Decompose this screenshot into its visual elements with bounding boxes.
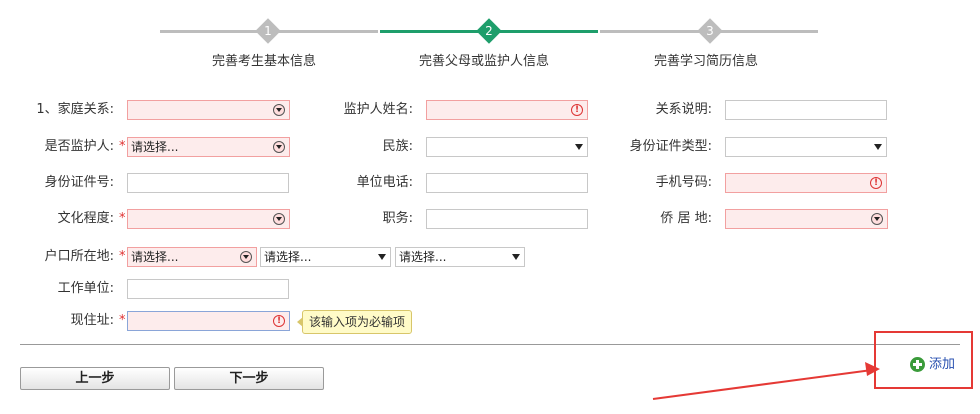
address-input[interactable]: ! [127,311,290,331]
step-3-label: 完善学习简历信息 [654,54,759,69]
required-mark: * [119,313,126,328]
id-type-label: 身份证件类型: [629,139,712,154]
step-2-label: 完善父母或监护人信息 [419,54,550,69]
guardian-name-input[interactable]: ! [426,100,588,120]
id-type-select[interactable] [725,137,887,157]
chevron-down-icon [575,144,583,150]
relation-note-input[interactable] [725,100,887,120]
dropdown-error-icon [273,104,285,116]
relation-select[interactable] [127,100,290,120]
education-select[interactable] [127,209,290,229]
error-icon: ! [571,104,583,116]
relation-note-label: 关系说明: [655,102,712,117]
required-mark: * [119,211,126,226]
dropdown-error-icon [871,213,883,225]
dropdown-error-icon [240,251,252,263]
next-step-button[interactable]: 下一步 [174,367,324,390]
workplace-label: 工作单位: [57,281,114,296]
address-label: 现住址: [70,313,114,328]
is-guardian-select[interactable]: 请选择... [127,137,290,157]
hukou-city-value: 请选择... [264,250,312,264]
work-phone-input[interactable] [426,173,588,193]
ethnicity-select[interactable] [426,137,588,157]
position-input[interactable] [426,209,588,229]
relation-label: 1、家庭关系: [36,102,114,117]
required-mark: * [119,139,126,154]
work-phone-label: 单位电话: [356,175,413,190]
hukou-district-select[interactable]: 请选择... [395,247,525,267]
step-3-number: 3 [706,24,714,38]
position-label: 职务: [382,211,413,226]
annotation-arrow-line [652,369,873,400]
mobile-input[interactable]: ! [725,173,887,193]
divider [20,344,960,345]
chevron-down-icon [874,144,882,150]
id-number-label: 身份证件号: [44,175,114,190]
error-icon: ! [273,315,285,327]
hukou-province-value: 请选择... [131,250,179,264]
hukou-district-value: 请选择... [399,250,447,264]
error-icon: ! [870,177,882,189]
step-1-label: 完善考生基本信息 [212,54,317,69]
required-mark: * [119,249,126,264]
hukou-province-select[interactable]: 请选择... [127,247,257,267]
plus-circle-icon [910,357,925,372]
chevron-down-icon [378,254,386,260]
hukou-city-select[interactable]: 请选择... [260,247,391,267]
id-number-input[interactable] [127,173,289,193]
dropdown-error-icon [273,213,285,225]
prev-step-button[interactable]: 上一步 [20,367,170,390]
mobile-label: 手机号码: [655,175,712,190]
workplace-input[interactable] [127,279,289,299]
chevron-down-icon [512,254,520,260]
hukou-label: 户口所在地: [44,249,114,264]
education-label: 文化程度: [57,211,114,226]
dropdown-error-icon [273,141,285,153]
residence-place-label: 侨 居 地: [660,211,712,226]
add-label: 添加 [929,357,956,372]
step-1-number: 1 [264,24,272,38]
required-field-tooltip: 该输入项为必输项 [296,310,413,334]
ethnicity-label: 民族: [382,139,413,154]
step-2-number: 2 [485,24,493,38]
is-guardian-label: 是否监护人: [44,139,114,154]
guardian-name-label: 监护人姓名: [343,102,413,117]
residence-place-select[interactable] [725,209,888,229]
is-guardian-value: 请选择... [131,140,179,154]
